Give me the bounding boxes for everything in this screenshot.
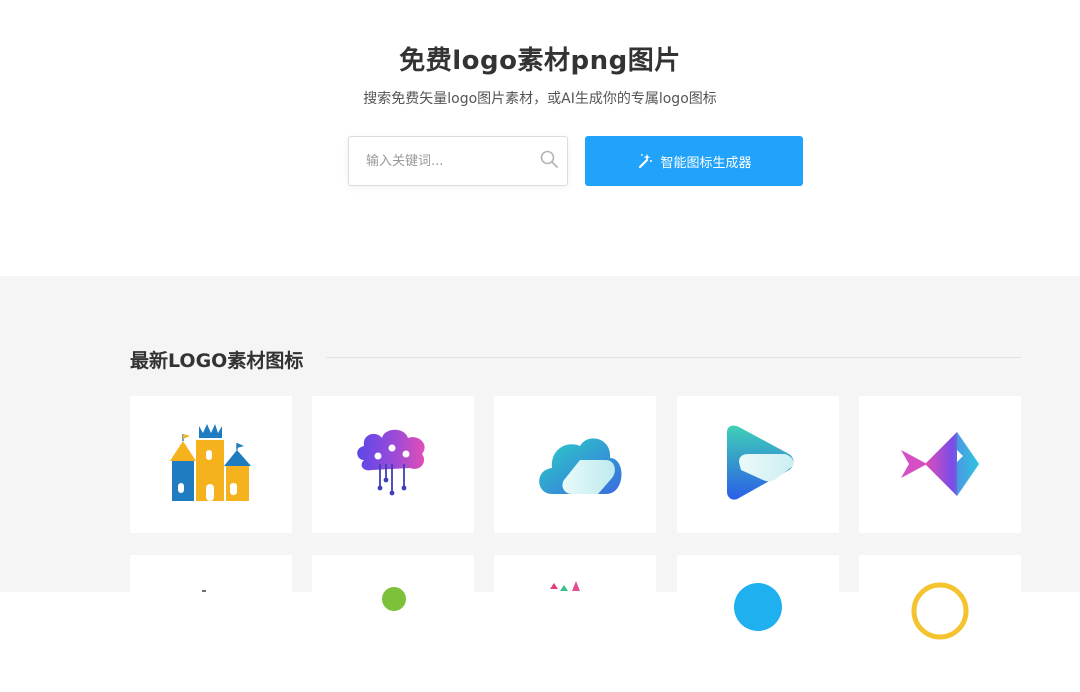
brain-tree-icon (357, 429, 425, 496)
logo-card[interactable] (677, 555, 839, 692)
logo-card[interactable] (130, 555, 292, 692)
logo-generator-label: 智能图标生成器 (660, 155, 752, 171)
search-input[interactable] (349, 137, 529, 185)
cloud-icon (539, 438, 622, 494)
logo-card[interactable] (312, 555, 474, 692)
logo-card[interactable] (312, 396, 474, 533)
logo-generator-button[interactable]: 智能图标生成器 (585, 136, 803, 186)
logo-card[interactable] (677, 396, 839, 533)
section-title: 最新LOGO素材图标 (130, 350, 304, 372)
page-title: 免费logo素材png图片 (399, 46, 681, 76)
page-subtitle: 搜索免费矢量logo图片素材，或AI生成你的专属logo图标 (363, 91, 717, 107)
section-divider (326, 357, 1021, 358)
logo-card[interactable] (130, 396, 292, 533)
partial-logo-icon (550, 581, 580, 591)
logo-card[interactable] (494, 396, 656, 533)
partial-logo-icon (911, 582, 969, 640)
play-icon (727, 425, 794, 500)
search-icon[interactable] (538, 148, 560, 170)
search-box[interactable] (348, 136, 568, 186)
logo-card[interactable] (859, 396, 1021, 533)
partial-logo-icon (382, 587, 406, 611)
logo-card[interactable] (494, 555, 656, 692)
magic-wand-icon (636, 152, 654, 170)
partial-logo-icon (202, 590, 206, 592)
castle-icon (170, 424, 251, 501)
partial-logo-icon (734, 583, 782, 631)
fish-icon (901, 432, 979, 496)
logo-card[interactable] (859, 555, 1021, 692)
